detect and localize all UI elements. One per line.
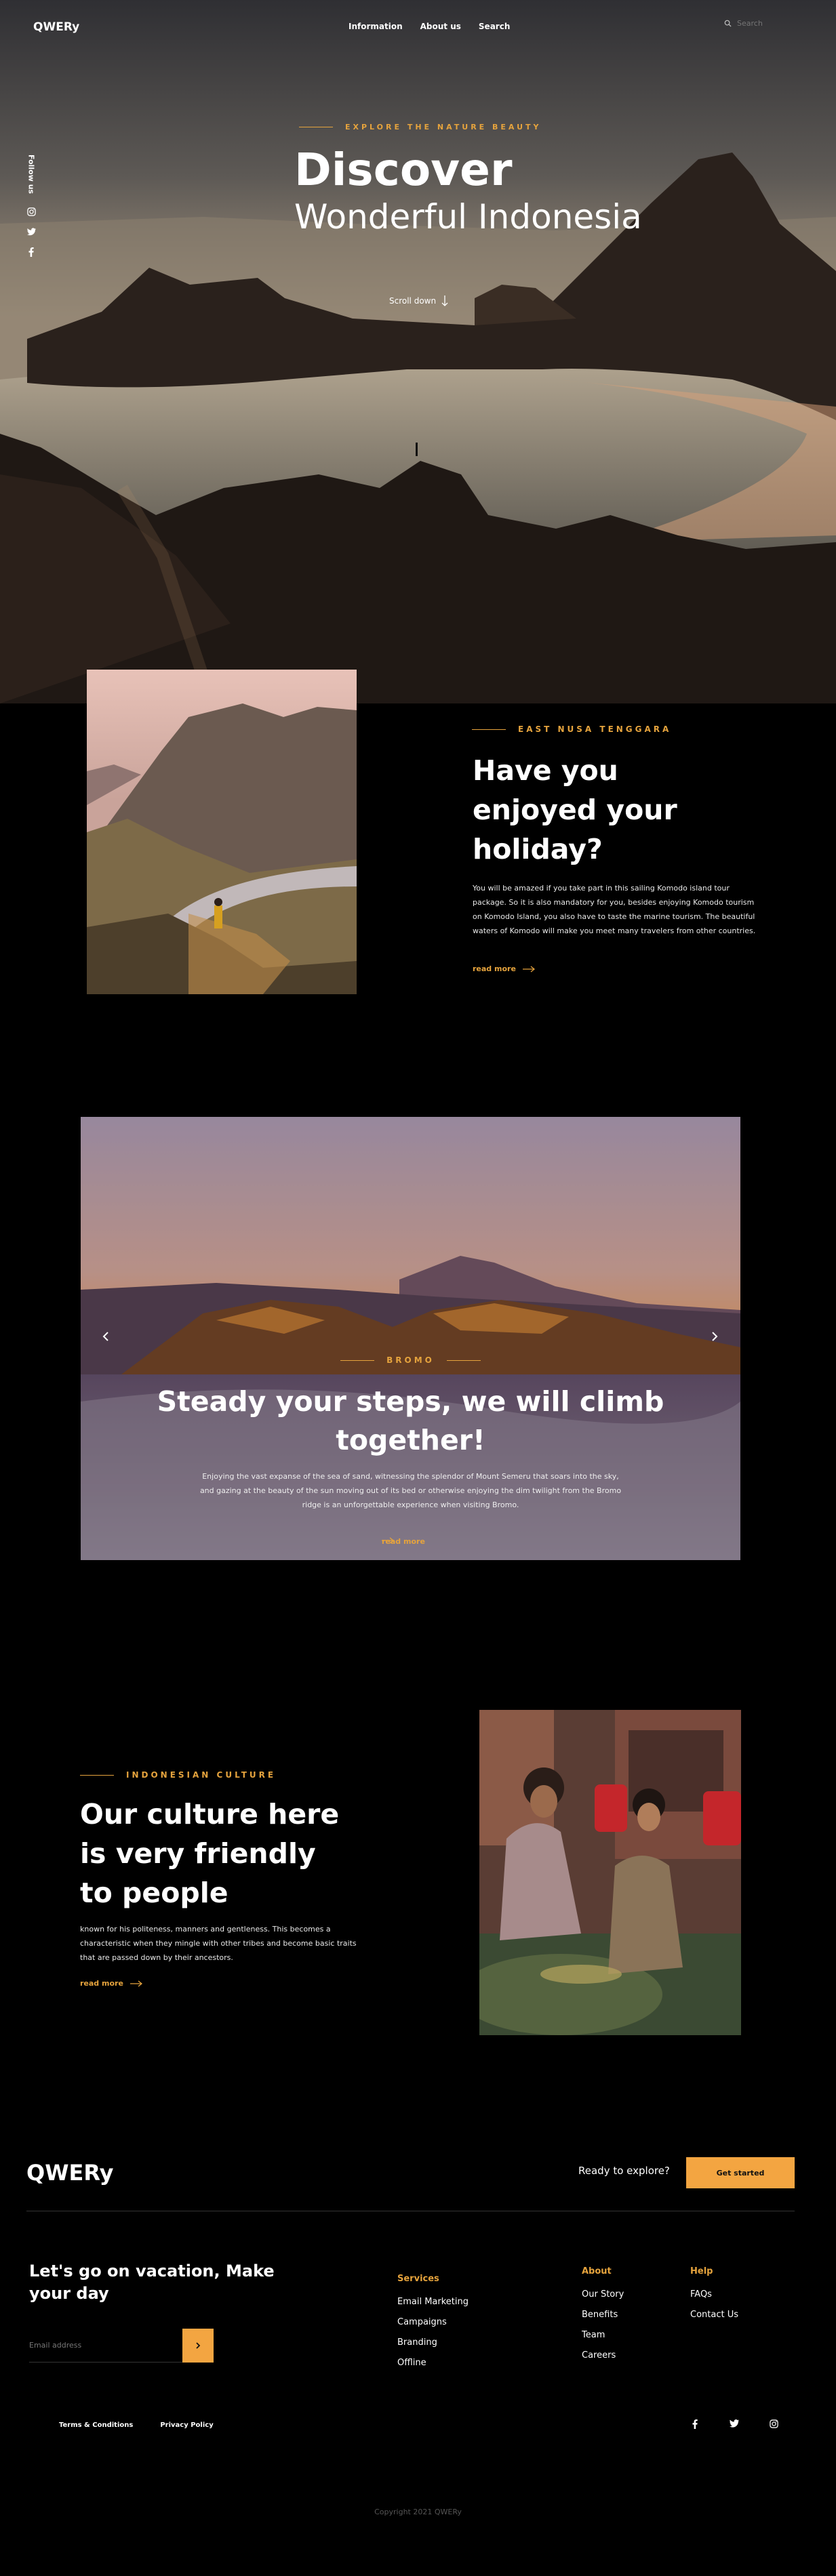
nav-search <box>724 19 778 28</box>
ntt-eyebrow: EAST NUSA TENGGARA <box>472 724 671 734</box>
accent-line <box>446 1359 481 1361</box>
hero-landscape-image <box>0 0 836 703</box>
accent-line <box>340 1359 375 1361</box>
ntt-description: You will be amazed if you take part in t… <box>473 884 756 935</box>
footer-col-services: Services Email Marketing Campaigns Brand… <box>397 2274 469 2373</box>
footer-social-links <box>690 2419 778 2432</box>
culture-description: known for his politeness, manners and ge… <box>80 1925 357 1962</box>
hero-eyebrow: EXPLORE THE NATURE BEAUTY <box>299 123 541 131</box>
footer-col-about: About Our Story Benefits Team Careers <box>582 2266 624 2366</box>
search-icon[interactable] <box>724 20 732 27</box>
read-more-label: read more <box>80 1979 123 1988</box>
scroll-down-button[interactable]: Scroll down <box>389 295 448 306</box>
footer-legal-links: Terms & Conditions Privacy Policy <box>59 2421 214 2429</box>
footer-link-careers[interactable]: Careers <box>582 2346 624 2366</box>
culture-title: Our culture here is very friendly to peo… <box>80 1798 340 1909</box>
site-logo[interactable]: QWERy <box>33 20 79 34</box>
copyright-text: Copyright 2021 QWERy <box>374 2508 462 2516</box>
get-started-button[interactable]: Get started <box>686 2157 795 2188</box>
bromo-banner: BROMO Steady your steps, we will climb t… <box>81 1117 740 1560</box>
email-field[interactable] <box>29 2329 182 2363</box>
hero-eyebrow-text: EXPLORE THE NATURE BEAUTY <box>345 123 542 131</box>
chevron-right-icon <box>195 2342 200 2349</box>
footer-link-contact-us[interactable]: Contact Us <box>690 2305 738 2325</box>
footer-tagline: Let's go on vacation, Make your day <box>29 2262 275 2303</box>
footer-link-our-story[interactable]: Our Story <box>582 2285 624 2305</box>
privacy-link[interactable]: Privacy Policy <box>160 2421 213 2429</box>
footer-link-team[interactable]: Team <box>582 2325 624 2346</box>
bromo-read-more-link[interactable]: read more <box>382 1537 425 1546</box>
main-nav: Information About us Search <box>349 22 510 31</box>
instagram-icon[interactable] <box>769 2419 778 2432</box>
footer-link-branding[interactable]: Branding <box>397 2333 469 2353</box>
twitter-icon[interactable] <box>26 228 37 238</box>
hero-subtitle: Wonderful Indonesia <box>294 197 642 237</box>
bromo-title: Steady your steps, we will climb togethe… <box>157 1385 664 1456</box>
arrow-right-icon <box>382 1537 394 1544</box>
bromo-eyebrow: BROMO <box>81 1355 740 1365</box>
footer-col-title: Help <box>690 2266 713 2276</box>
follow-us-sidebar: Follow us <box>26 155 37 259</box>
terms-link[interactable]: Terms & Conditions <box>59 2421 133 2429</box>
arrow-right-icon <box>130 1980 142 1987</box>
subscribe-button[interactable] <box>182 2329 214 2363</box>
arrow-down-icon <box>441 295 448 306</box>
footer-col-help: Help FAQs Contact Us <box>690 2266 738 2325</box>
twitter-icon[interactable] <box>730 2419 739 2432</box>
accent-line <box>80 1774 114 1776</box>
chevron-right-icon <box>712 1332 718 1341</box>
read-more-label: read more <box>473 964 516 973</box>
culture-image <box>479 1710 741 2035</box>
facebook-icon[interactable] <box>26 247 37 259</box>
footer-link-email-marketing[interactable]: Email Marketing <box>397 2292 469 2312</box>
follow-us-label: Follow us <box>26 155 36 195</box>
arrow-right-icon <box>522 965 535 973</box>
footer-link-benefits[interactable]: Benefits <box>582 2305 624 2325</box>
search-input[interactable] <box>737 19 778 28</box>
footer-col-title: About <box>582 2266 612 2276</box>
scroll-down-label: Scroll down <box>389 296 437 306</box>
bromo-eyebrow-text: BROMO <box>386 1355 435 1365</box>
ntt-read-more-link[interactable]: read more <box>473 964 535 973</box>
footer-link-faqs[interactable]: FAQs <box>690 2285 738 2305</box>
facebook-icon[interactable] <box>690 2419 700 2432</box>
culture-eyebrow-text: INDONESIAN CULTURE <box>126 1770 277 1780</box>
nav-link-about-us[interactable]: About us <box>420 22 461 31</box>
ntt-eyebrow-text: EAST NUSA TENGGARA <box>518 724 672 734</box>
footer-link-campaigns[interactable]: Campaigns <box>397 2312 469 2333</box>
chevron-left-icon <box>102 1332 108 1341</box>
footer-ready-text: Ready to explore? <box>578 2165 670 2177</box>
nav-link-search[interactable]: Search <box>479 22 510 31</box>
accent-line <box>472 729 506 730</box>
hero-title: Discover <box>294 144 513 196</box>
footer-col-title: Services <box>397 2274 439 2284</box>
komodo-image <box>87 670 357 994</box>
culture-read-more-link[interactable]: read more <box>80 1979 142 1988</box>
ntt-title: Have you enjoyed your holiday? <box>473 754 677 865</box>
instagram-icon[interactable] <box>26 207 37 218</box>
footer-logo[interactable]: QWERy <box>26 2160 113 2186</box>
footer-link-offline[interactable]: Offline <box>397 2353 469 2373</box>
nav-link-information[interactable]: Information <box>349 22 403 31</box>
culture-eyebrow: INDONESIAN CULTURE <box>80 1770 276 1780</box>
hero-section: QWERy Information About us Search Follow… <box>0 0 836 703</box>
bromo-description: Enjoying the vast expanse of the sea of … <box>199 1472 622 1509</box>
